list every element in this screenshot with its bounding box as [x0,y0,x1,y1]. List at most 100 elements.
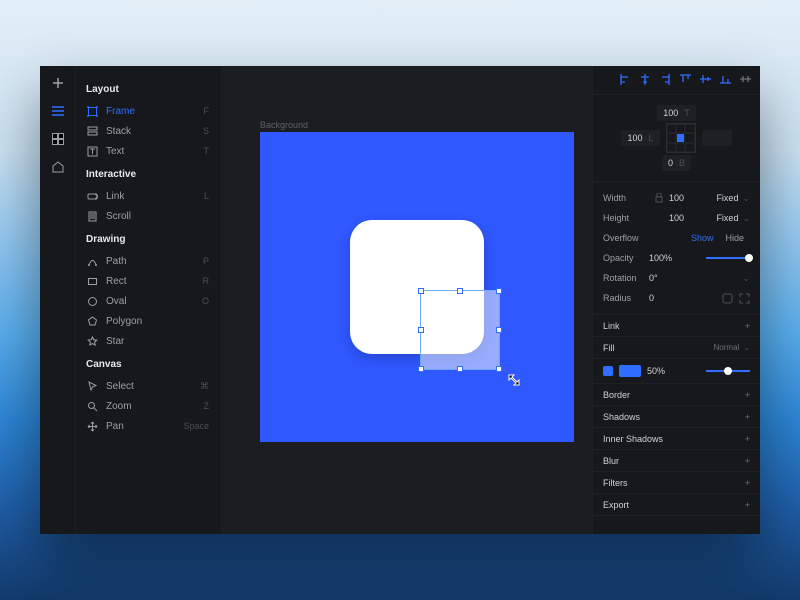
canvas[interactable]: Background [222,66,592,534]
text-icon [86,145,98,157]
overflow-toggle[interactable]: Show Hide [685,231,750,245]
inner-shadows-panel[interactable]: Inner Shadows+ [593,428,760,450]
sidebar-item-star[interactable]: Star [86,331,221,351]
rotation-input[interactable]: 0° [649,273,658,283]
plus-icon[interactable]: + [745,321,750,331]
sidebar-item-frame[interactable]: Frame F [86,101,221,121]
opacity-slider[interactable] [706,257,750,259]
fill-opacity-slider[interactable] [706,370,750,372]
resize-handle[interactable] [418,366,424,372]
overflow-show[interactable]: Show [685,231,720,245]
width-input[interactable]: 100 [669,193,684,203]
shortcut: Space [183,421,209,431]
app-window: Layout Frame F Stack S Text T Interactiv… [40,66,760,534]
plus-icon[interactable]: + [745,478,750,488]
align-top-icon[interactable] [680,74,690,86]
bottom-position-input[interactable]: 0B [662,155,691,171]
group-title: Canvas [86,359,221,370]
artboard[interactable] [260,132,574,442]
resize-handle[interactable] [418,288,424,294]
height-input[interactable]: 100 [669,213,684,223]
components-icon[interactable] [51,132,65,146]
align-vcenter-icon[interactable] [700,74,710,86]
border-panel[interactable]: Border + [593,384,760,406]
sidebar-item-link[interactable]: Link L [86,186,221,206]
blur-panel[interactable]: Blur+ [593,450,760,472]
height-mode-select[interactable]: Fixed⌄ [716,213,750,224]
plus-icon[interactable]: + [745,500,750,510]
fill-opacity-input[interactable]: 50% [647,366,665,376]
chevron-down-icon[interactable]: ⌄ [742,273,750,284]
sidebar-item-polygon[interactable]: Polygon [86,311,221,331]
zoom-icon [86,400,98,412]
fill-panel[interactable]: Fill Normal⌄ [593,337,760,359]
tag: T [684,108,690,118]
shortcut: F [204,106,210,116]
align-controls [593,66,760,95]
width-mode-select[interactable]: Fixed⌄ [716,193,750,204]
blend-mode-select[interactable]: Normal⌄ [714,343,750,352]
frame-label[interactable]: Background [260,120,308,130]
align-right-icon[interactable] [660,74,670,86]
chevron-down-icon: ⌄ [742,193,750,204]
plus-icon[interactable]: + [745,390,750,400]
assets-icon[interactable] [51,160,65,174]
sidebar-item-oval[interactable]: Oval O [86,291,221,311]
sidebar-item-text[interactable]: Text T [86,141,221,161]
distribute-icon[interactable] [740,74,750,86]
plus-icon[interactable]: + [745,412,750,422]
selected-frame[interactable] [420,290,500,370]
plus-icon[interactable]: + [745,456,750,466]
sidebar-item-select[interactable]: Select ⌘ [86,376,221,396]
top-position-input[interactable]: 100T [657,105,696,121]
sidebar-item-zoom[interactable]: Zoom Z [86,396,221,416]
select-icon [86,380,98,392]
plus-icon[interactable]: + [745,434,750,444]
fill-color-swatch[interactable] [619,365,641,377]
radius-label: Radius [603,293,649,303]
resize-handle[interactable] [496,288,502,294]
export-panel[interactable]: Export+ [593,494,760,516]
left-position-input[interactable]: 100L [621,130,659,146]
radius-all-icon[interactable] [722,293,733,304]
rect-icon [86,275,98,287]
fill-visible-checkbox[interactable] [603,366,613,376]
sidebar-item-pan[interactable]: Pan Space [86,416,221,436]
group-title: Interactive [86,169,221,180]
align-left-icon[interactable] [620,74,630,86]
opacity-input[interactable]: 100% [649,253,672,263]
sidebar-item-scroll[interactable]: Scroll [86,206,221,226]
radius-input[interactable]: 0 [649,293,654,303]
add-icon[interactable] [51,76,65,90]
resize-handle[interactable] [457,366,463,372]
overflow-hide[interactable]: Hide [719,231,750,245]
shortcut: T [204,146,210,156]
link-panel[interactable]: Link + [593,315,760,337]
resize-handle[interactable] [457,288,463,294]
sidebar-item-label: Text [106,146,204,157]
lock-icon[interactable] [655,193,663,203]
sidebar-item-stack[interactable]: Stack S [86,121,221,141]
right-position-input[interactable] [702,130,732,146]
resize-handle[interactable] [496,366,502,372]
sidebar-item-path[interactable]: Path P [86,251,221,271]
shadows-panel[interactable]: Shadows+ [593,406,760,428]
filters-panel[interactable]: Filters + [593,472,760,494]
align-hcenter-icon[interactable] [640,74,650,86]
sidebar-item-label: Stack [106,126,203,137]
rotation-label: Rotation [603,273,649,283]
layers-icon[interactable] [51,104,65,118]
panel-title: Filters [603,478,628,488]
panel-title: Border [603,390,630,400]
sidebar-item-label: Scroll [106,211,209,222]
sidebar-item-label: Zoom [106,401,204,412]
resize-handle[interactable] [496,327,502,333]
radius-per-corner-icon[interactable] [739,293,750,304]
sidebar-item-label: Oval [106,296,202,307]
anchor-grid[interactable] [666,123,696,153]
sidebar-item-rect[interactable]: Rect R [86,271,221,291]
fill-row: 50% [593,359,760,384]
align-bottom-icon[interactable] [720,74,730,86]
width-label: Width [603,193,649,203]
resize-handle[interactable] [418,327,424,333]
